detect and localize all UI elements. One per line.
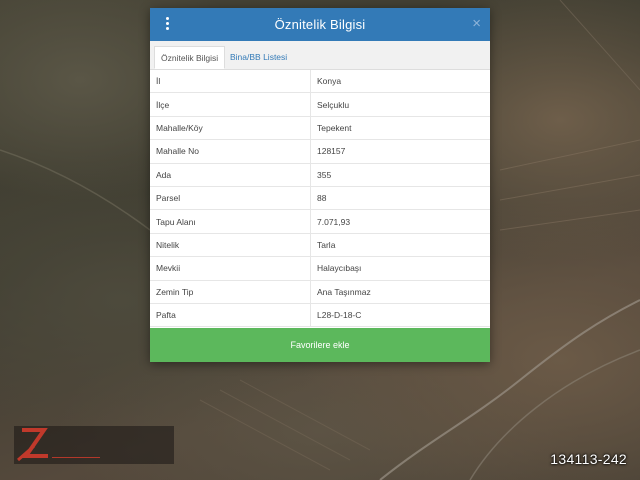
attribute-value: 88 (310, 186, 490, 211)
table-row: Mevkii Halaycıbaşı (150, 256, 490, 281)
attribute-value: 128157 (310, 139, 490, 164)
attribute-value: Tarla (310, 233, 490, 258)
table-row: Parsel 88 (150, 186, 490, 211)
table-row: İlçe Selçuklu (150, 92, 490, 117)
attribute-value: Tepekent (310, 116, 490, 141)
logo-mark-icon (17, 428, 48, 462)
table-row: Tapu Alanı 7.071,93 (150, 209, 490, 234)
attribute-value: 7.071,93 (310, 209, 490, 234)
attribute-key: Pafta (150, 303, 311, 328)
attribute-key: Ada (150, 163, 311, 187)
attribute-value: Halaycıbaşı (310, 256, 490, 281)
add-to-favorites-button[interactable]: Favorilere ekle (150, 328, 490, 362)
attribute-table: İl Konya İlçe Selçuklu Mahalle/Köy Tepekent Ma… (150, 70, 490, 328)
attribute-key: Zemin Tip (150, 280, 311, 304)
tab-attribute-info[interactable]: Öznitelik Bilgisi (154, 46, 226, 69)
dialog-header: Öznitelik Bilgisi × (150, 8, 490, 41)
attribute-key: Mahalle No (150, 139, 311, 164)
vertical-dots-icon[interactable] (163, 17, 171, 32)
attribute-value: 355 (310, 163, 490, 187)
table-row: Ada 355 (150, 163, 490, 187)
table-row: İl Konya (150, 70, 490, 94)
table-row: Mahalle No 128157 (150, 139, 490, 164)
table-row: Mahalle/Köy Tepekent (150, 116, 490, 141)
attribute-value: Ana Taşınmaz (310, 280, 490, 304)
tab-building-list[interactable]: Bina/BB Listesi (224, 46, 293, 69)
table-row: Nitelik Tarla (150, 233, 490, 258)
listing-id: 134113-242 (550, 451, 627, 467)
attribute-key: İlçe (150, 92, 311, 117)
attribute-info-dialog: Öznitelik Bilgisi × Öznitelik Bilgisi Bi… (150, 8, 490, 362)
watermark-logo: ▬▬▬▬▬▬▬▬▬▬▬▬▬▬▬▬ (14, 426, 174, 464)
attribute-key: Tapu Alanı (150, 209, 311, 234)
attribute-key: İl (150, 70, 311, 94)
dialog-title: Öznitelik Bilgisi (274, 17, 366, 32)
attribute-key: Mahalle/Köy (150, 116, 311, 141)
attribute-key: Mevkii (150, 256, 311, 281)
logo-tagline-graphic: ▬▬▬▬▬▬▬▬▬▬▬▬▬▬▬▬ (52, 455, 100, 459)
attribute-value: L28-D-18-C (310, 303, 490, 328)
attribute-value: Konya (310, 70, 490, 94)
close-icon[interactable]: × (472, 15, 481, 33)
table-row: Pafta L28-D-18-C (150, 303, 490, 328)
table-row: Zemin Tip Ana Taşınmaz (150, 280, 490, 304)
attribute-value: Selçuklu (310, 92, 490, 117)
dialog-tabs: Öznitelik Bilgisi Bina/BB Listesi (150, 41, 490, 70)
attribute-key: Parsel (150, 186, 311, 211)
attribute-key: Nitelik (150, 233, 311, 258)
